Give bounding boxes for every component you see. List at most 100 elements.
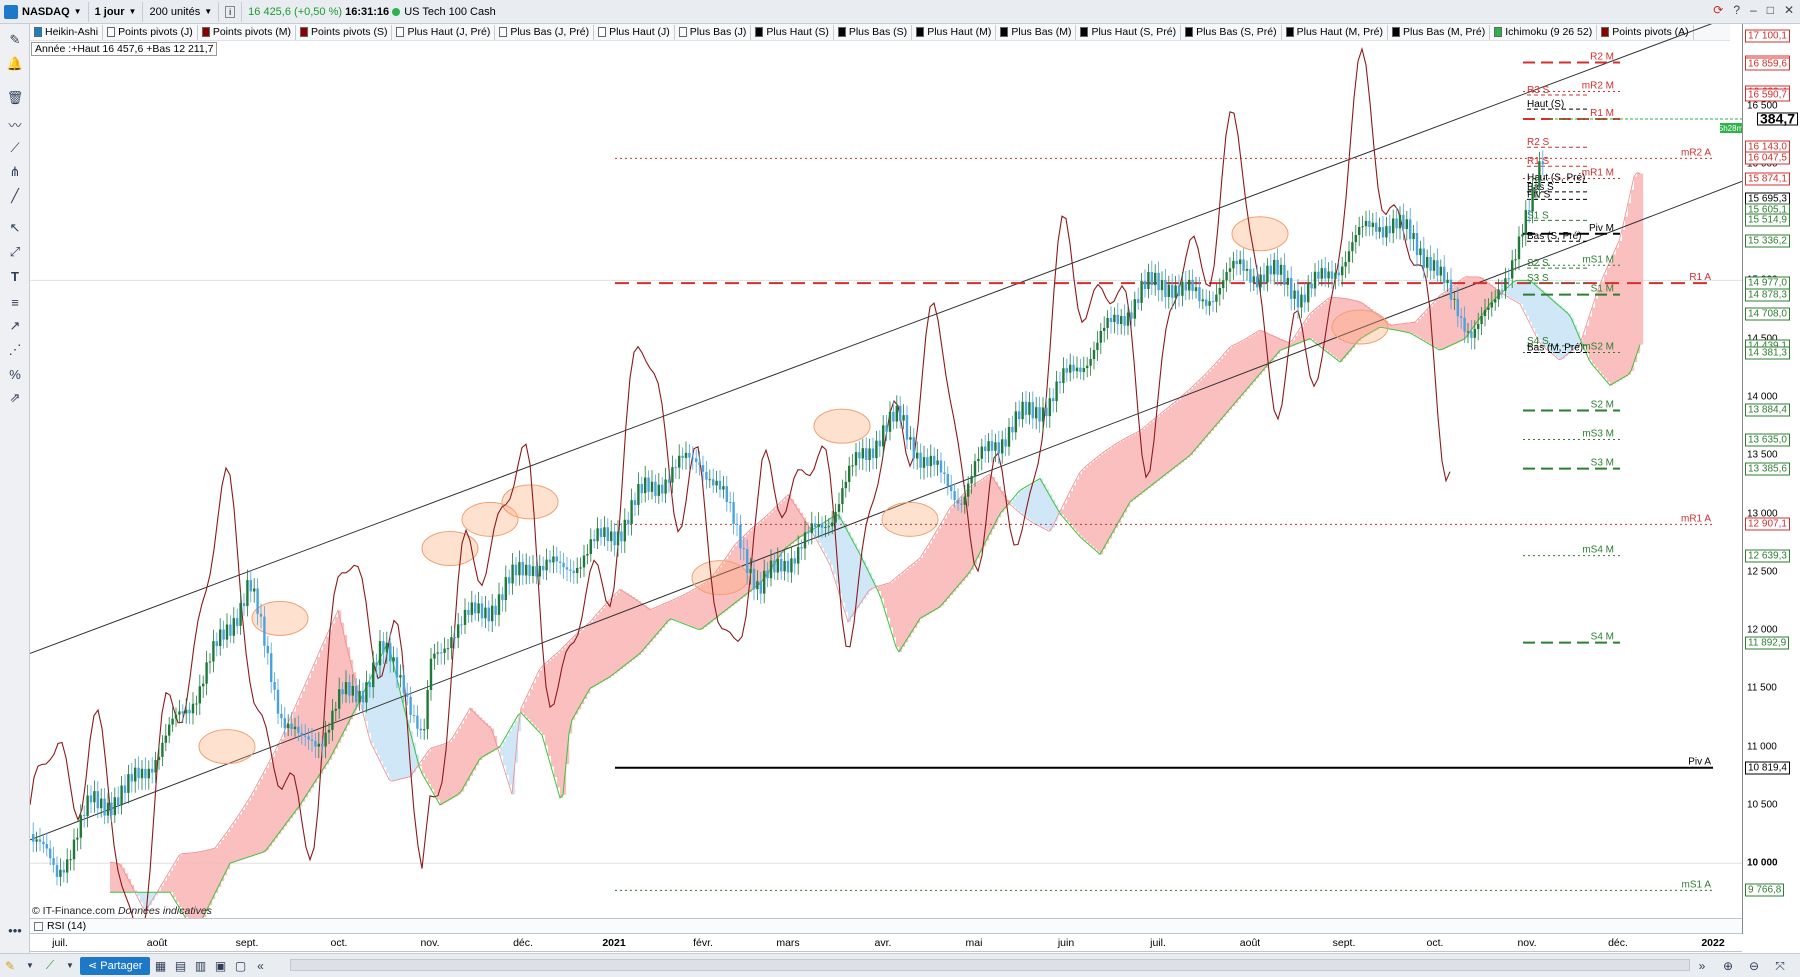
ha-candle-body: [834, 511, 837, 523]
ha-candle-body: [463, 609, 467, 625]
layout-icon[interactable]: ▦: [150, 956, 170, 976]
ha-candle-body: [1422, 248, 1425, 268]
ha-candle-body: [168, 724, 171, 736]
template-icon[interactable]: ▣: [210, 956, 230, 976]
ha-candle-body: [338, 689, 341, 709]
scroll-right-icon[interactable]: »: [1692, 956, 1712, 976]
pointer-icon[interactable]: ↖: [5, 218, 25, 238]
price-tick-label: 12 500: [1747, 566, 1778, 578]
ha-candle-body: [1436, 260, 1439, 276]
fan-tool-icon[interactable]: ⋔: [5, 162, 25, 182]
ha-candle-body: [1388, 226, 1391, 234]
ichimoku-cloud-slice: [431, 748, 435, 790]
percent-icon[interactable]: %: [5, 364, 25, 384]
price-tag: 14 381,3: [1745, 346, 1790, 360]
segment-icon[interactable]: ⋰: [5, 340, 25, 360]
help-icon[interactable]: ?: [1733, 3, 1740, 17]
price-axis[interactable]: 10 000 10 500 11 000 11 500 12 000 12 500 13 0…: [1742, 24, 1800, 934]
ichimoku-cloud-slice: [128, 878, 132, 893]
ha-candle-body: [276, 689, 280, 714]
time-axis[interactable]: juil. août sept. oct. nov. déc. 2021 févr. mars a…: [30, 934, 1742, 952]
chart-app-icon: [4, 4, 18, 19]
ichimoku-cloud-slice: [539, 670, 543, 732]
ichimoku-cloud-slice: [971, 486, 975, 570]
ichimoku-cloud-slice: [851, 537, 855, 618]
line-tool-icon[interactable]: ╱: [5, 186, 25, 206]
close-icon[interactable]: ✕: [1784, 3, 1794, 17]
projection-icon[interactable]: ⇗: [5, 388, 25, 408]
more-icon[interactable]: •••: [5, 920, 25, 940]
ichimoku-cloud-slice: [425, 755, 429, 779]
compare-icon[interactable]: ▥: [190, 956, 210, 976]
ha-candle-body: [525, 564, 528, 576]
pen-icon[interactable]: ✎: [0, 956, 20, 976]
ichimoku-cloud-slice: [656, 607, 660, 635]
grid-icon[interactable]: ▤: [170, 956, 190, 976]
measure-icon[interactable]: ⤢: [5, 242, 25, 262]
checkbox-icon[interactable]: [34, 921, 43, 931]
ichimoku-cloud-slice: [845, 526, 849, 613]
trend-tool-icon[interactable]: ⟋: [5, 138, 25, 158]
ichimoku-cloud-slice: [335, 616, 339, 749]
ichimoku-cloud-slice: [1148, 423, 1152, 488]
ha-candle-body: [984, 446, 987, 452]
zigzag-icon[interactable]: 〰: [5, 114, 25, 134]
scroll-left-icon[interactable]: «: [250, 956, 270, 976]
ray-icon[interactable]: ↗: [5, 316, 25, 336]
ha-candle-body: [317, 743, 320, 747]
share-button[interactable]: ⋖ Partager: [80, 956, 151, 975]
time-scrollbar[interactable]: [290, 959, 1690, 971]
ha-candle-body: [718, 480, 722, 490]
price-chart[interactable]: mR2 A R1 A mR1 A Piv A mS1 A R2 M mR2 M R1 M mR1…: [30, 24, 1742, 918]
ichimoku-cloud-slice: [173, 865, 177, 898]
ha-candle-body: [1001, 439, 1004, 454]
screen-icon[interactable]: ▢: [230, 956, 250, 976]
units-selector[interactable]: 200 unités ▼: [143, 1, 220, 22]
ha-candle-body: [786, 560, 790, 573]
zoom-out-icon[interactable]: ⊖: [1744, 956, 1764, 976]
ha-candle-body: [943, 472, 946, 474]
period-selector[interactable]: 1 jour ▼: [89, 1, 144, 22]
rsi-panel-header[interactable]: RSI (14): [30, 918, 1742, 934]
minimize-icon[interactable]: –: [1750, 3, 1757, 17]
ha-candle-body: [253, 588, 256, 592]
cursor-pen-icon[interactable]: ✎: [5, 30, 25, 50]
ha-candle-body: [42, 841, 45, 845]
ha-candle-body: [1470, 331, 1473, 338]
ichimoku-cloud-slice: [1220, 358, 1224, 421]
ha-candle-body: [814, 523, 817, 528]
ichimoku-cloud-slice: [422, 759, 426, 774]
chevron-down-icon[interactable]: ▼: [20, 956, 40, 976]
ichimoku-cloud-slice: [1136, 432, 1140, 498]
ichimoku-cloud-slice: [821, 524, 825, 549]
fit-icon[interactable]: ⤧: [1770, 956, 1790, 976]
ha-candle-body: [89, 795, 93, 803]
ha-candle-body: [698, 462, 701, 466]
price-tag: 15 514,9: [1745, 213, 1790, 227]
info-button[interactable]: i: [219, 1, 243, 22]
chart-type-icon[interactable]: ⟋: [40, 956, 60, 976]
text-tool-icon[interactable]: T: [5, 266, 25, 286]
instrument-selector[interactable]: NASDAQ ▼: [0, 1, 89, 22]
bell-icon[interactable]: 🔔: [5, 54, 25, 74]
ichimoku-cloud-slice: [137, 892, 141, 897]
ha-candle-body: [1150, 272, 1153, 286]
ha-candle-body: [429, 658, 433, 690]
trash-icon[interactable]: 🗑: [5, 88, 25, 108]
ichimoku-cloud-slice: [260, 779, 264, 854]
maximize-icon[interactable]: □: [1767, 3, 1774, 17]
fibonacci-icon[interactable]: ≡: [5, 292, 25, 312]
ichimoku-cloud-slice: [935, 533, 939, 610]
zoom-in-icon[interactable]: ⊕: [1718, 956, 1738, 976]
month-label: mai: [965, 937, 983, 949]
ha-candle-body: [32, 834, 35, 842]
month-label: avr.: [874, 937, 892, 949]
ichimoku-cloud-slice: [509, 730, 513, 785]
ichimoku-cloud-slice: [1106, 450, 1110, 544]
refresh-icon[interactable]: ⟳: [1713, 3, 1723, 17]
top-toolbar: NASDAQ ▼ 1 jour ▼ 200 unités ▼ i 16 425,6 (…: [0, 0, 1800, 24]
chevron-down-icon[interactable]: ▼: [60, 956, 80, 976]
ichimoku-cloud-slice: [1193, 386, 1197, 452]
ichimoku-cloud-slice: [1619, 241, 1623, 381]
ha-candle-body: [236, 618, 239, 626]
